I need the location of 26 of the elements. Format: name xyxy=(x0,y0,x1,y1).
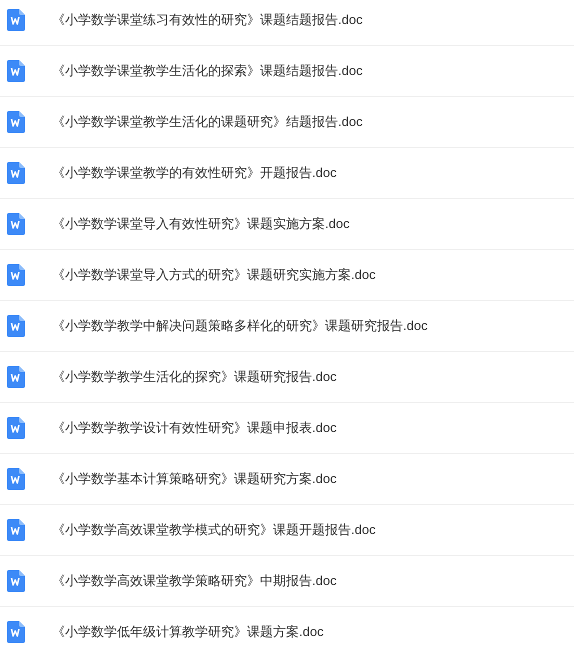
word-document-icon xyxy=(7,468,25,490)
file-name-link[interactable]: 《小学数学课堂教学生活化的探索》课题结题报告.doc xyxy=(52,61,363,81)
file-name-link[interactable]: 《小学数学课堂练习有效性的研究》课题结题报告.doc xyxy=(52,10,363,30)
word-document-icon xyxy=(7,162,25,184)
file-name-link[interactable]: 《小学数学基本计算策略研究》课题研究方案.doc xyxy=(52,469,337,489)
word-document-icon xyxy=(7,417,25,439)
word-document-icon xyxy=(7,264,25,286)
word-document-icon xyxy=(7,621,25,643)
file-name-link[interactable]: 《小学数学教学生活化的探究》课题研究报告.doc xyxy=(52,367,337,387)
file-name-link[interactable]: 《小学数学低年级计算教学研究》课题方案.doc xyxy=(52,622,324,642)
file-name-link[interactable]: 《小学数学课堂导入方式的研究》课题研究实施方案.doc xyxy=(52,265,376,285)
word-document-icon xyxy=(7,60,25,82)
file-name-link[interactable]: 《小学数学课堂教学的有效性研究》开题报告.doc xyxy=(52,163,337,183)
file-name-link[interactable]: 《小学数学高效课堂教学模式的研究》课题开题报告.doc xyxy=(52,520,376,540)
word-document-icon xyxy=(7,213,25,235)
file-name-link[interactable]: 《小学数学教学设计有效性研究》课题申报表.doc xyxy=(52,418,337,438)
file-name-link[interactable]: 《小学数学课堂教学生活化的课题研究》结题报告.doc xyxy=(52,112,363,132)
word-document-icon xyxy=(7,9,25,31)
word-document-icon xyxy=(7,570,25,592)
file-name-link[interactable]: 《小学数学课堂导入有效性研究》课题实施方案.doc xyxy=(52,214,350,234)
word-document-icon xyxy=(7,315,25,337)
word-document-icon xyxy=(7,111,25,133)
word-document-icon xyxy=(7,519,25,541)
file-name-link[interactable]: 《小学数学高效课堂教学策略研究》中期报告.doc xyxy=(52,571,337,591)
word-document-icon xyxy=(7,366,25,388)
file-name-link[interactable]: 《小学数学教学中解决问题策略多样化的研究》课题研究报告.doc xyxy=(52,316,428,336)
